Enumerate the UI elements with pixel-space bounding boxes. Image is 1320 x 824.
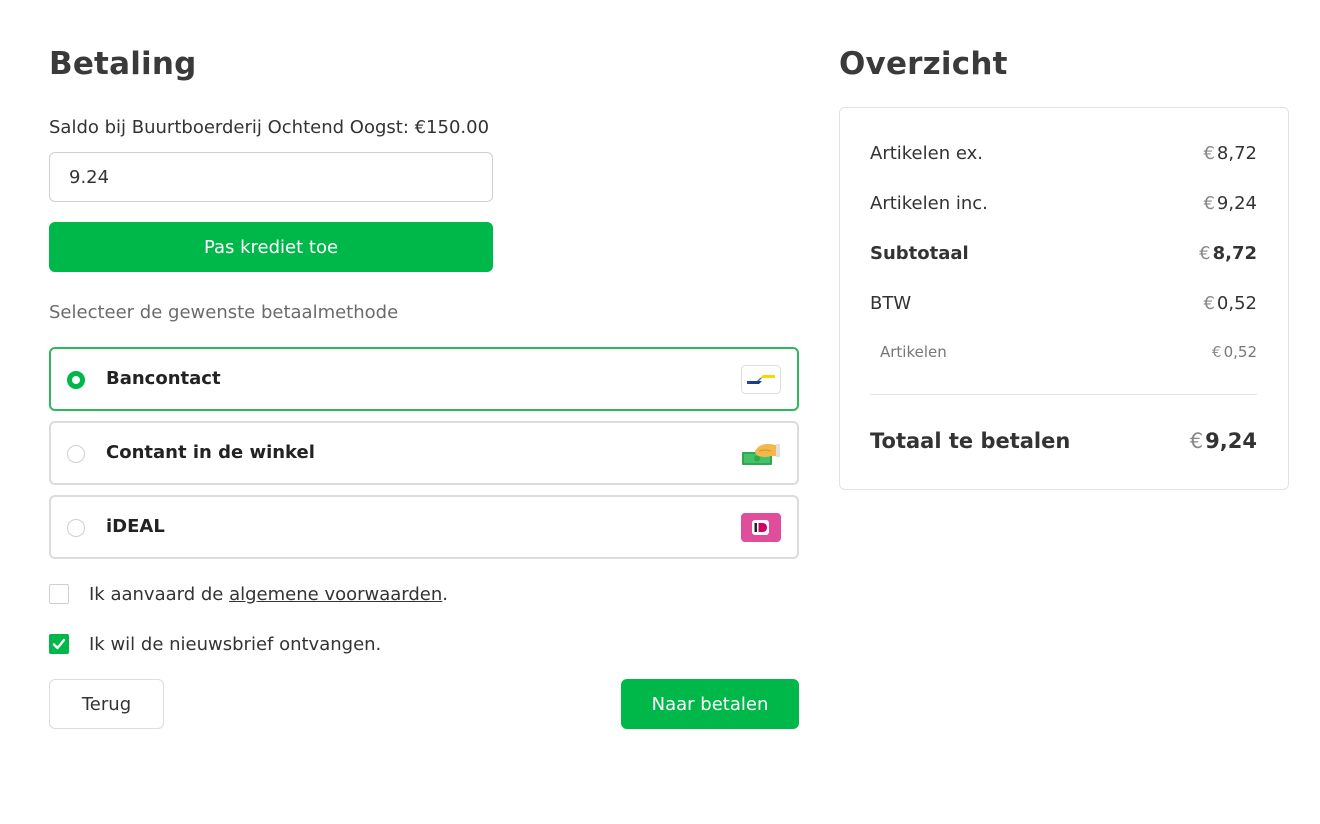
amount-value: 0,52 [1216, 293, 1257, 314]
ideal-logo-icon [741, 513, 781, 542]
payment-method-ideal[interactable]: iDEAL [49, 495, 799, 559]
summary-label: Artikelen inc. [870, 193, 988, 214]
summary-label: BTW [870, 293, 912, 314]
bancontact-logo-icon [741, 365, 781, 394]
terms-checkbox[interactable] [49, 584, 69, 604]
total-amount: €9,24 [1190, 429, 1257, 453]
summary-amount: €8,72 [1199, 243, 1257, 264]
method-label: Contant in de winkel [106, 442, 315, 463]
terms-link[interactable]: algemene voorwaarden [229, 584, 442, 605]
amount-value: 8,72 [1216, 143, 1257, 164]
apply-credit-button[interactable]: Pas krediet toe [49, 222, 493, 272]
currency-symbol: € [1189, 429, 1204, 453]
summary-row-items-inc: Artikelen inc. €9,24 [870, 193, 1257, 214]
summary-label: Artikelen ex. [870, 143, 983, 164]
currency-symbol: € [1212, 343, 1222, 361]
total-label: Totaal te betalen [870, 429, 1071, 453]
payment-method-prompt: Selecteer de gewenste betaalmethode [49, 302, 399, 323]
newsletter-label: Ik wil de nieuwsbrief ontvangen. [89, 633, 382, 655]
summary-amount: €9,24 [1203, 193, 1257, 214]
radio-cash-in-store[interactable] [67, 445, 85, 463]
cash-hand-icon [742, 443, 780, 465]
terms-row: Ik aanvaard de algemene voorwaarden. [49, 582, 448, 606]
method-label: Bancontact [106, 368, 221, 389]
summary-label: Artikelen [880, 343, 947, 361]
pay-button[interactable]: Naar betalen [621, 679, 799, 729]
summary-row-subtotal: Subtotaal €8,72 [870, 243, 1257, 264]
newsletter-checkbox[interactable] [49, 634, 69, 654]
amount-value: 0,52 [1223, 343, 1257, 361]
terms-text: Ik aanvaard de algemene voorwaarden. [89, 584, 448, 605]
currency-symbol: € [1199, 243, 1211, 264]
balance-label: Saldo bij Buurtboerderij Ochtend Oogst: … [49, 117, 490, 138]
checkmark-icon [52, 638, 66, 650]
method-label: iDEAL [106, 516, 165, 537]
back-button[interactable]: Terug [49, 679, 164, 729]
credit-amount-input[interactable] [49, 152, 493, 202]
checkout-page: Betaling Saldo bij Buurtboerderij Ochten… [0, 0, 1320, 824]
summary-card: Artikelen ex. €8,72 Artikelen inc. €9,24… [839, 107, 1289, 490]
amount-value: 9,24 [1205, 429, 1257, 453]
radio-ideal[interactable] [67, 519, 85, 537]
summary-row-vat-items: Artikelen €0,52 [880, 343, 1257, 361]
summary-divider [870, 394, 1257, 395]
summary-amount: €0,52 [1212, 343, 1257, 361]
summary-label: Subtotaal [870, 243, 969, 264]
summary-row-vat: BTW €0,52 [870, 293, 1257, 314]
summary-amount: €0,52 [1203, 293, 1257, 314]
currency-symbol: € [1203, 193, 1215, 214]
amount-value: 8,72 [1212, 243, 1257, 264]
currency-symbol: € [1203, 293, 1215, 314]
newsletter-row: Ik wil de nieuwsbrief ontvangen. [49, 632, 381, 656]
terms-prefix: Ik aanvaard de [89, 583, 230, 605]
terms-suffix: . [442, 583, 449, 605]
currency-symbol: € [1203, 143, 1215, 164]
payment-title: Betaling [49, 46, 197, 82]
summary-row-items-ex: Artikelen ex. €8,72 [870, 143, 1257, 164]
summary-row-total: Totaal te betalen €9,24 [870, 429, 1257, 453]
radio-bancontact[interactable] [67, 371, 85, 389]
payment-method-bancontact[interactable]: Bancontact [49, 347, 799, 411]
summary-title: Overzicht [839, 46, 1008, 82]
payment-method-cash-in-store[interactable]: Contant in de winkel [49, 421, 799, 485]
summary-amount: €8,72 [1203, 143, 1257, 164]
amount-value: 9,24 [1216, 193, 1257, 214]
